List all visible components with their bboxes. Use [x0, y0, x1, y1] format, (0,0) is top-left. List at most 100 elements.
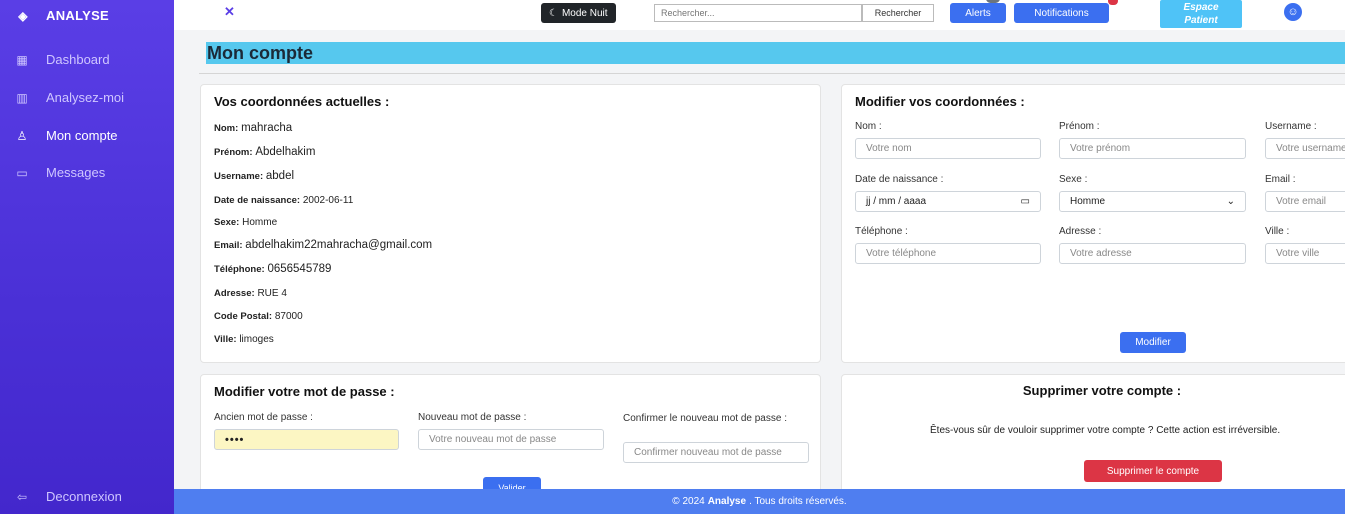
- espace-patient-button[interactable]: Espace Patient: [1160, 0, 1242, 28]
- divider: [199, 73, 1345, 74]
- notifications-button[interactable]: Notifications: [1014, 3, 1109, 23]
- sidebar-item-logout[interactable]: ⇦ Deconnexion: [14, 489, 122, 504]
- info-value: mahracha: [241, 122, 293, 134]
- info-value: 0656545789: [267, 263, 332, 275]
- night-mode-label: Mode Nuit: [561, 7, 608, 19]
- edit-info-card: Modifier vos coordonnées : Nom : Votre n…: [841, 84, 1345, 363]
- info-label: Nom:: [214, 123, 239, 134]
- adresse-field[interactable]: Votre adresse: [1059, 243, 1246, 264]
- espace-label-line2: Patient: [1184, 15, 1218, 26]
- delete-account-button[interactable]: Supprimer le compte: [1084, 460, 1222, 482]
- alerts-button[interactable]: Alerts: [950, 3, 1006, 23]
- info-dob: Date de naissance: 2002-06-11: [214, 195, 353, 206]
- info-value: Abdelhakim: [255, 146, 316, 158]
- info-sexe: Sexe: Homme: [214, 217, 277, 228]
- delete-title: Supprimer votre compte :: [1022, 383, 1182, 398]
- footer-copyright: © 2024: [672, 496, 705, 507]
- sidebar-item-messages[interactable]: ▭ Messages: [14, 165, 105, 180]
- info-value: abdel: [265, 170, 295, 182]
- sexe-value: Homme: [1070, 196, 1106, 207]
- info-email: Email: abdelhakim22mahracha@gmail.com: [214, 239, 432, 251]
- current-info-card: Vos coordonnées actuelles : Nom: mahrach…: [200, 84, 821, 363]
- sexe-select[interactable]: Homme ⌄: [1059, 191, 1246, 212]
- info-label: Sexe:: [214, 217, 240, 228]
- info-label: Téléphone:: [214, 264, 265, 275]
- confirm-password-label: Confirmer le nouveau mot de passe :: [623, 413, 787, 424]
- logout-icon: ⇦: [16, 489, 28, 504]
- espace-label-line1: Espace: [1183, 2, 1219, 13]
- password-title: Modifier votre mot de passe :: [214, 384, 395, 399]
- ville-field[interactable]: Votre ville: [1265, 243, 1345, 264]
- new-password-field[interactable]: Votre nouveau mot de passe: [418, 429, 604, 450]
- telephone-field[interactable]: Votre téléphone: [855, 243, 1041, 264]
- sidebar-item-label: Messages: [46, 165, 106, 180]
- moon-icon: ☾: [549, 7, 558, 19]
- avatar[interactable]: ☺: [1284, 3, 1302, 21]
- sidebar-item-mon-compte[interactable]: ♙ Mon compte: [14, 128, 118, 143]
- username-field[interactable]: Votre username: [1265, 138, 1345, 159]
- sidebar-item-label: Mon compte: [46, 128, 118, 143]
- old-password-field[interactable]: ••••: [214, 429, 399, 450]
- sidebar-item-label: Dashboard: [46, 52, 110, 67]
- nom-label: Nom :: [855, 121, 882, 132]
- info-username: Username: abdel: [214, 170, 294, 182]
- delete-account-card: Supprimer votre compte : Êtes-vous sûr d…: [841, 374, 1345, 494]
- close-icon[interactable]: ✕: [224, 4, 235, 20]
- info-label: Date de naissance:: [214, 195, 301, 206]
- info-label: Adresse:: [214, 288, 255, 299]
- sexe-label: Sexe :: [1059, 174, 1088, 185]
- current-info-title: Vos coordonnées actuelles :: [214, 94, 390, 109]
- delete-warning-text: Êtes-vous sûr de vouloir supprimer votre…: [930, 425, 1281, 436]
- info-label: Email:: [214, 240, 243, 251]
- chevron-down-icon: ⌄: [1226, 196, 1235, 207]
- grid-icon: ▦: [16, 52, 28, 67]
- old-password-label: Ancien mot de passe :: [214, 412, 313, 423]
- sidebar: ◈ ANALYSE ▦ Dashboard ▥ Analysez-moi ♙ M…: [0, 0, 174, 514]
- email-label: Email :: [1265, 174, 1296, 185]
- info-adresse: Adresse: RUE 4: [214, 288, 287, 299]
- adresse-label: Adresse :: [1059, 226, 1102, 237]
- footer-rights: . Tous droits réservés.: [749, 496, 847, 507]
- dob-field[interactable]: jj / mm / aaaa ▭: [855, 191, 1041, 212]
- info-value: 87000: [274, 311, 303, 322]
- info-nom: Nom: mahracha: [214, 122, 292, 134]
- user-icon: ♙: [16, 128, 28, 143]
- info-ville: Ville: limoges: [214, 334, 274, 345]
- info-label: Code Postal:: [214, 311, 273, 322]
- email-field[interactable]: Votre email: [1265, 191, 1345, 212]
- brand-name: ANALYSE: [46, 8, 110, 23]
- user-avatar-icon: ☺: [1287, 6, 1299, 18]
- confirm-password-field[interactable]: Confirmer nouveau mot de passe: [623, 442, 809, 463]
- info-prenom: Prénom: Abdelhakim: [214, 146, 315, 158]
- nom-field[interactable]: Votre nom: [855, 138, 1041, 159]
- info-code-postal: Code Postal: 87000: [214, 311, 303, 322]
- info-value: Homme: [242, 217, 278, 228]
- telephone-label: Téléphone :: [855, 226, 908, 237]
- info-label: Ville:: [214, 334, 237, 345]
- layers-icon: ◈: [18, 8, 28, 23]
- calendar-icon[interactable]: ▭: [1021, 196, 1030, 207]
- edit-info-title: Modifier vos coordonnées :: [855, 94, 1025, 109]
- top-bar: ✕ ☾ Mode Nuit Rechercher Alerts +3 Notif…: [174, 0, 1345, 30]
- brand[interactable]: ◈ ANALYSE: [14, 8, 109, 23]
- page-title: Mon compte: [206, 42, 1345, 64]
- search-input[interactable]: [654, 4, 862, 22]
- sidebar-item-dashboard[interactable]: ▦ Dashboard: [14, 52, 110, 67]
- message-icon: ▭: [16, 165, 28, 180]
- modifier-button[interactable]: Modifier: [1120, 332, 1186, 353]
- night-mode-button[interactable]: ☾ Mode Nuit: [541, 3, 616, 23]
- ville-label: Ville :: [1265, 226, 1290, 237]
- info-value: RUE 4: [257, 288, 287, 299]
- notifications-badge: [1108, 0, 1118, 5]
- dob-value: jj / mm / aaaa: [866, 196, 927, 207]
- search-button[interactable]: Rechercher: [862, 4, 934, 22]
- bar-chart-icon: ▥: [16, 90, 28, 105]
- sidebar-item-analysez-moi[interactable]: ▥ Analysez-moi: [14, 90, 124, 105]
- prenom-field[interactable]: Votre prénom: [1059, 138, 1246, 159]
- sidebar-item-label: Analysez-moi: [46, 90, 125, 105]
- footer: © 2024 Analyse . Tous droits réservés.: [174, 489, 1345, 514]
- info-label: Prénom:: [214, 147, 253, 158]
- info-value: abdelhakim22mahracha@gmail.com: [245, 239, 433, 251]
- new-password-label: Nouveau mot de passe :: [418, 412, 527, 423]
- prenom-label: Prénom :: [1059, 121, 1100, 132]
